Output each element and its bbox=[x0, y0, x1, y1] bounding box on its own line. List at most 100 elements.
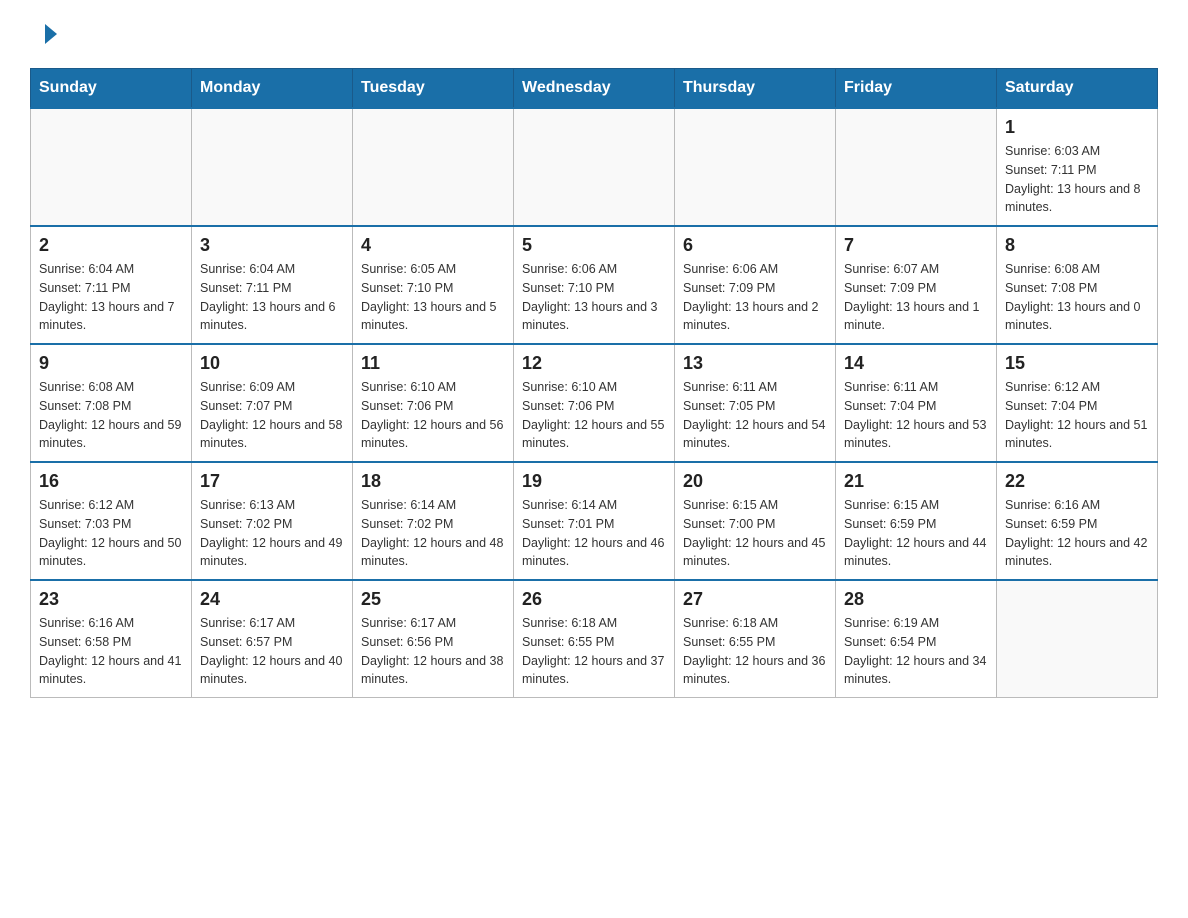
calendar-cell: 15 Sunrise: 6:12 AMSunset: 7:04 PMDayligh… bbox=[997, 344, 1158, 462]
day-number: 19 bbox=[522, 471, 666, 492]
day-number: 10 bbox=[200, 353, 344, 374]
day-of-week-header: Tuesday bbox=[353, 69, 514, 109]
day-of-week-header: Thursday bbox=[675, 69, 836, 109]
day-number: 9 bbox=[39, 353, 183, 374]
week-row: 1 Sunrise: 6:03 AMSunset: 7:11 PMDaylight… bbox=[31, 108, 1158, 226]
page-header bbox=[30, 20, 1158, 48]
calendar-cell: 17 Sunrise: 6:13 AMSunset: 7:02 PMDayligh… bbox=[192, 462, 353, 580]
calendar-cell bbox=[353, 108, 514, 226]
day-info: Sunrise: 6:06 AMSunset: 7:09 PMDaylight:… bbox=[683, 260, 827, 335]
calendar-cell: 9 Sunrise: 6:08 AMSunset: 7:08 PMDaylight… bbox=[31, 344, 192, 462]
day-info: Sunrise: 6:12 AMSunset: 7:03 PMDaylight:… bbox=[39, 496, 183, 571]
day-of-week-header: Monday bbox=[192, 69, 353, 109]
day-info: Sunrise: 6:14 AMSunset: 7:02 PMDaylight:… bbox=[361, 496, 505, 571]
week-row: 2 Sunrise: 6:04 AMSunset: 7:11 PMDaylight… bbox=[31, 226, 1158, 344]
day-number: 22 bbox=[1005, 471, 1149, 492]
day-info: Sunrise: 6:11 AMSunset: 7:05 PMDaylight:… bbox=[683, 378, 827, 453]
week-row: 9 Sunrise: 6:08 AMSunset: 7:08 PMDaylight… bbox=[31, 344, 1158, 462]
day-info: Sunrise: 6:19 AMSunset: 6:54 PMDaylight:… bbox=[844, 614, 988, 689]
calendar-cell: 3 Sunrise: 6:04 AMSunset: 7:11 PMDaylight… bbox=[192, 226, 353, 344]
calendar-cell: 25Sunrise: 6:17 AMSunset: 6:56 PMDayligh… bbox=[353, 580, 514, 698]
calendar-cell: 26 Sunrise: 6:18 AMSunset: 6:55 PMDayligh… bbox=[514, 580, 675, 698]
day-info: Sunrise: 6:18 AMSunset: 6:55 PMDaylight:… bbox=[522, 614, 666, 689]
day-number: 5 bbox=[522, 235, 666, 256]
day-number: 15 bbox=[1005, 353, 1149, 374]
calendar-cell: 21 Sunrise: 6:15 AMSunset: 6:59 PMDayligh… bbox=[836, 462, 997, 580]
calendar-cell: 7 Sunrise: 6:07 AMSunset: 7:09 PMDaylight… bbox=[836, 226, 997, 344]
day-number: 12 bbox=[522, 353, 666, 374]
day-info: Sunrise: 6:09 AMSunset: 7:07 PMDaylight:… bbox=[200, 378, 344, 453]
day-info: Sunrise: 6:16 AMSunset: 6:59 PMDaylight:… bbox=[1005, 496, 1149, 571]
calendar-cell bbox=[675, 108, 836, 226]
calendar-table: SundayMondayTuesdayWednesdayThursdayFrid… bbox=[30, 68, 1158, 698]
calendar-cell: 4Sunrise: 6:05 AMSunset: 7:10 PMDaylight… bbox=[353, 226, 514, 344]
day-number: 2 bbox=[39, 235, 183, 256]
day-info: Sunrise: 6:10 AMSunset: 7:06 PMDaylight:… bbox=[361, 378, 505, 453]
calendar-cell: 16 Sunrise: 6:12 AMSunset: 7:03 PMDayligh… bbox=[31, 462, 192, 580]
day-number: 28 bbox=[844, 589, 988, 610]
day-info: Sunrise: 6:03 AMSunset: 7:11 PMDaylight:… bbox=[1005, 142, 1149, 217]
week-row: 16 Sunrise: 6:12 AMSunset: 7:03 PMDayligh… bbox=[31, 462, 1158, 580]
calendar-cell: 20 Sunrise: 6:15 AMSunset: 7:00 PMDayligh… bbox=[675, 462, 836, 580]
day-number: 17 bbox=[200, 471, 344, 492]
calendar-cell: 22 Sunrise: 6:16 AMSunset: 6:59 PMDayligh… bbox=[997, 462, 1158, 580]
day-of-week-header: Saturday bbox=[997, 69, 1158, 109]
day-number: 20 bbox=[683, 471, 827, 492]
day-number: 14 bbox=[844, 353, 988, 374]
week-row: 23 Sunrise: 6:16 AMSunset: 6:58 PMDayligh… bbox=[31, 580, 1158, 698]
calendar-cell bbox=[997, 580, 1158, 698]
day-info: Sunrise: 6:16 AMSunset: 6:58 PMDaylight:… bbox=[39, 614, 183, 689]
calendar-cell: 8 Sunrise: 6:08 AMSunset: 7:08 PMDaylight… bbox=[997, 226, 1158, 344]
calendar-cell: 18 Sunrise: 6:14 AMSunset: 7:02 PMDayligh… bbox=[353, 462, 514, 580]
day-of-week-header: Sunday bbox=[31, 69, 192, 109]
calendar-cell: 10 Sunrise: 6:09 AMSunset: 7:07 PMDayligh… bbox=[192, 344, 353, 462]
day-number: 7 bbox=[844, 235, 988, 256]
day-number: 21 bbox=[844, 471, 988, 492]
logo bbox=[30, 20, 60, 48]
day-info: Sunrise: 6:13 AMSunset: 7:02 PMDaylight:… bbox=[200, 496, 344, 571]
calendar-cell: 24Sunrise: 6:17 AMSunset: 6:57 PMDayligh… bbox=[192, 580, 353, 698]
day-info: Sunrise: 6:15 AMSunset: 6:59 PMDaylight:… bbox=[844, 496, 988, 571]
day-number: 6 bbox=[683, 235, 827, 256]
logo-flag-icon bbox=[31, 20, 59, 48]
calendar-cell bbox=[836, 108, 997, 226]
day-info: Sunrise: 6:18 AMSunset: 6:55 PMDaylight:… bbox=[683, 614, 827, 689]
day-number: 26 bbox=[522, 589, 666, 610]
day-info: Sunrise: 6:12 AMSunset: 7:04 PMDaylight:… bbox=[1005, 378, 1149, 453]
day-of-week-header: Friday bbox=[836, 69, 997, 109]
day-number: 25 bbox=[361, 589, 505, 610]
calendar-cell: 2 Sunrise: 6:04 AMSunset: 7:11 PMDaylight… bbox=[31, 226, 192, 344]
day-info: Sunrise: 6:08 AMSunset: 7:08 PMDaylight:… bbox=[1005, 260, 1149, 335]
day-info: Sunrise: 6:08 AMSunset: 7:08 PMDaylight:… bbox=[39, 378, 183, 453]
day-number: 13 bbox=[683, 353, 827, 374]
day-info: Sunrise: 6:14 AMSunset: 7:01 PMDaylight:… bbox=[522, 496, 666, 571]
day-info: Sunrise: 6:06 AMSunset: 7:10 PMDaylight:… bbox=[522, 260, 666, 335]
calendar-cell: 5 Sunrise: 6:06 AMSunset: 7:10 PMDaylight… bbox=[514, 226, 675, 344]
calendar-cell bbox=[192, 108, 353, 226]
day-number: 24 bbox=[200, 589, 344, 610]
calendar-cell bbox=[514, 108, 675, 226]
day-number: 4 bbox=[361, 235, 505, 256]
calendar-header-row: SundayMondayTuesdayWednesdayThursdayFrid… bbox=[31, 69, 1158, 109]
calendar-cell: 14 Sunrise: 6:11 AMSunset: 7:04 PMDayligh… bbox=[836, 344, 997, 462]
day-number: 3 bbox=[200, 235, 344, 256]
calendar-cell: 12 Sunrise: 6:10 AMSunset: 7:06 PMDayligh… bbox=[514, 344, 675, 462]
day-info: Sunrise: 6:10 AMSunset: 7:06 PMDaylight:… bbox=[522, 378, 666, 453]
day-number: 16 bbox=[39, 471, 183, 492]
calendar-cell: 27Sunrise: 6:18 AMSunset: 6:55 PMDayligh… bbox=[675, 580, 836, 698]
day-number: 11 bbox=[361, 353, 505, 374]
day-info: Sunrise: 6:04 AMSunset: 7:11 PMDaylight:… bbox=[200, 260, 344, 335]
calendar-cell: 13 Sunrise: 6:11 AMSunset: 7:05 PMDayligh… bbox=[675, 344, 836, 462]
day-number: 1 bbox=[1005, 117, 1149, 138]
calendar-cell: 23 Sunrise: 6:16 AMSunset: 6:58 PMDayligh… bbox=[31, 580, 192, 698]
calendar-cell: 19 Sunrise: 6:14 AMSunset: 7:01 PMDayligh… bbox=[514, 462, 675, 580]
day-info: Sunrise: 6:07 AMSunset: 7:09 PMDaylight:… bbox=[844, 260, 988, 335]
day-info: Sunrise: 6:11 AMSunset: 7:04 PMDaylight:… bbox=[844, 378, 988, 453]
day-of-week-header: Wednesday bbox=[514, 69, 675, 109]
day-info: Sunrise: 6:04 AMSunset: 7:11 PMDaylight:… bbox=[39, 260, 183, 335]
day-number: 23 bbox=[39, 589, 183, 610]
calendar-cell: 11 Sunrise: 6:10 AMSunset: 7:06 PMDayligh… bbox=[353, 344, 514, 462]
day-number: 18 bbox=[361, 471, 505, 492]
day-info: Sunrise: 6:15 AMSunset: 7:00 PMDaylight:… bbox=[683, 496, 827, 571]
day-number: 8 bbox=[1005, 235, 1149, 256]
